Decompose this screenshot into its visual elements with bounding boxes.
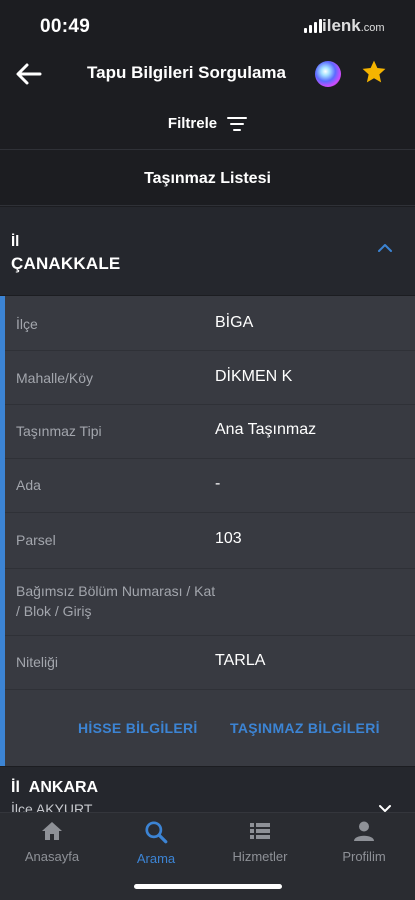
filter-button[interactable]: Filtrele xyxy=(0,98,415,150)
row-value: Ana Taşınmaz xyxy=(215,421,317,438)
row-value: 103 xyxy=(215,530,242,547)
il-label: İl xyxy=(11,233,20,250)
row-label: İlçe xyxy=(16,316,38,332)
city-heading-2: İl ANKARA xyxy=(11,779,98,797)
status-bar: 00:49 ilenk.com xyxy=(0,0,415,50)
list-title: Taşınmaz Listesi xyxy=(144,169,271,187)
row-label: Taşınmaz Tipi xyxy=(16,423,102,439)
watermark-logo: ilenk.com xyxy=(322,16,385,36)
detail-row-ada: Ada - xyxy=(5,459,415,513)
chevron-up-icon[interactable] xyxy=(376,242,394,254)
app-header: Tapu Bilgileri Sorgulama xyxy=(0,50,415,98)
property-card-header-2[interactable]: İl ANKARA İlçe AKYURT xyxy=(0,767,415,813)
row-value: BİGA xyxy=(215,314,254,331)
home-icon xyxy=(42,822,62,840)
user-icon xyxy=(354,821,374,841)
status-time: 00:49 xyxy=(40,16,91,37)
row-value: TARLA xyxy=(215,652,266,669)
list-icon xyxy=(250,823,270,839)
row-label: Mahalle/Köy xyxy=(16,370,94,386)
detail-row-bagimsiz-bolum: Bağımsız Bölüm Numarası / Kat / Blok / G… xyxy=(5,569,415,636)
detail-row-parsel: Parsel 103 xyxy=(5,513,415,569)
tab-anasayfa[interactable]: Anasayfa xyxy=(2,819,102,871)
list-title-bar: Taşınmaz Listesi xyxy=(0,152,415,206)
favorite-button[interactable] xyxy=(360,58,388,86)
share-info-button[interactable]: HİSSE BİLGİLERİ xyxy=(78,720,198,736)
watermark-suffix: .com xyxy=(360,22,385,34)
detail-row-ilce: İlçe BİGA xyxy=(5,296,415,351)
tab-arama[interactable]: Arama xyxy=(106,819,206,871)
row-label: Parsel xyxy=(16,532,56,548)
filter-label: Filtrele xyxy=(167,115,218,132)
detail-row-tasinmaz-tipi: Taşınmaz Tipi Ana Taşınmaz xyxy=(5,405,415,459)
watermark-main: ilenk xyxy=(322,16,361,35)
row-value: DİKMEN K xyxy=(215,368,293,385)
signal-icon xyxy=(304,19,322,33)
property-card-header[interactable]: İl ÇANAKKALE xyxy=(0,207,415,295)
tab-label: Arama xyxy=(136,851,176,866)
siri-icon[interactable] xyxy=(315,61,341,87)
detail-row-mahalle: Mahalle/Köy DİKMEN K xyxy=(5,351,415,405)
back-button[interactable] xyxy=(14,60,44,88)
search-icon xyxy=(145,821,168,844)
city-name-2: ANKARA xyxy=(28,779,99,796)
row-value: - xyxy=(215,475,221,492)
property-detail-panel: İlçe BİGA Mahalle/Köy DİKMEN K Taşınmaz … xyxy=(0,296,415,766)
row-label: Ada xyxy=(16,477,41,493)
page-title: Tapu Bilgileri Sorgulama xyxy=(87,63,286,82)
il-label-2: İl xyxy=(11,779,20,796)
tab-profilim[interactable]: Profilim xyxy=(314,819,414,871)
tab-label: Profilim xyxy=(342,849,386,864)
property-info-button[interactable]: TAŞINMAZ BİLGİLERİ xyxy=(230,720,380,736)
row-label: Niteliği xyxy=(16,654,59,670)
row-label: Bağımsız Bölüm Numarası / Kat / Blok / G… xyxy=(16,583,216,619)
detail-row-niteligi: Niteliği TARLA xyxy=(5,636,415,690)
home-indicator xyxy=(134,884,282,889)
filter-icon xyxy=(227,116,248,131)
tab-label: Hizmetler xyxy=(232,849,288,864)
back-arrow-icon xyxy=(16,63,42,85)
star-icon xyxy=(362,60,386,83)
city-name: ÇANAKKALE xyxy=(11,254,121,273)
tab-hizmetler[interactable]: Hizmetler xyxy=(210,819,310,871)
tab-label: Anasayfa xyxy=(24,849,80,864)
